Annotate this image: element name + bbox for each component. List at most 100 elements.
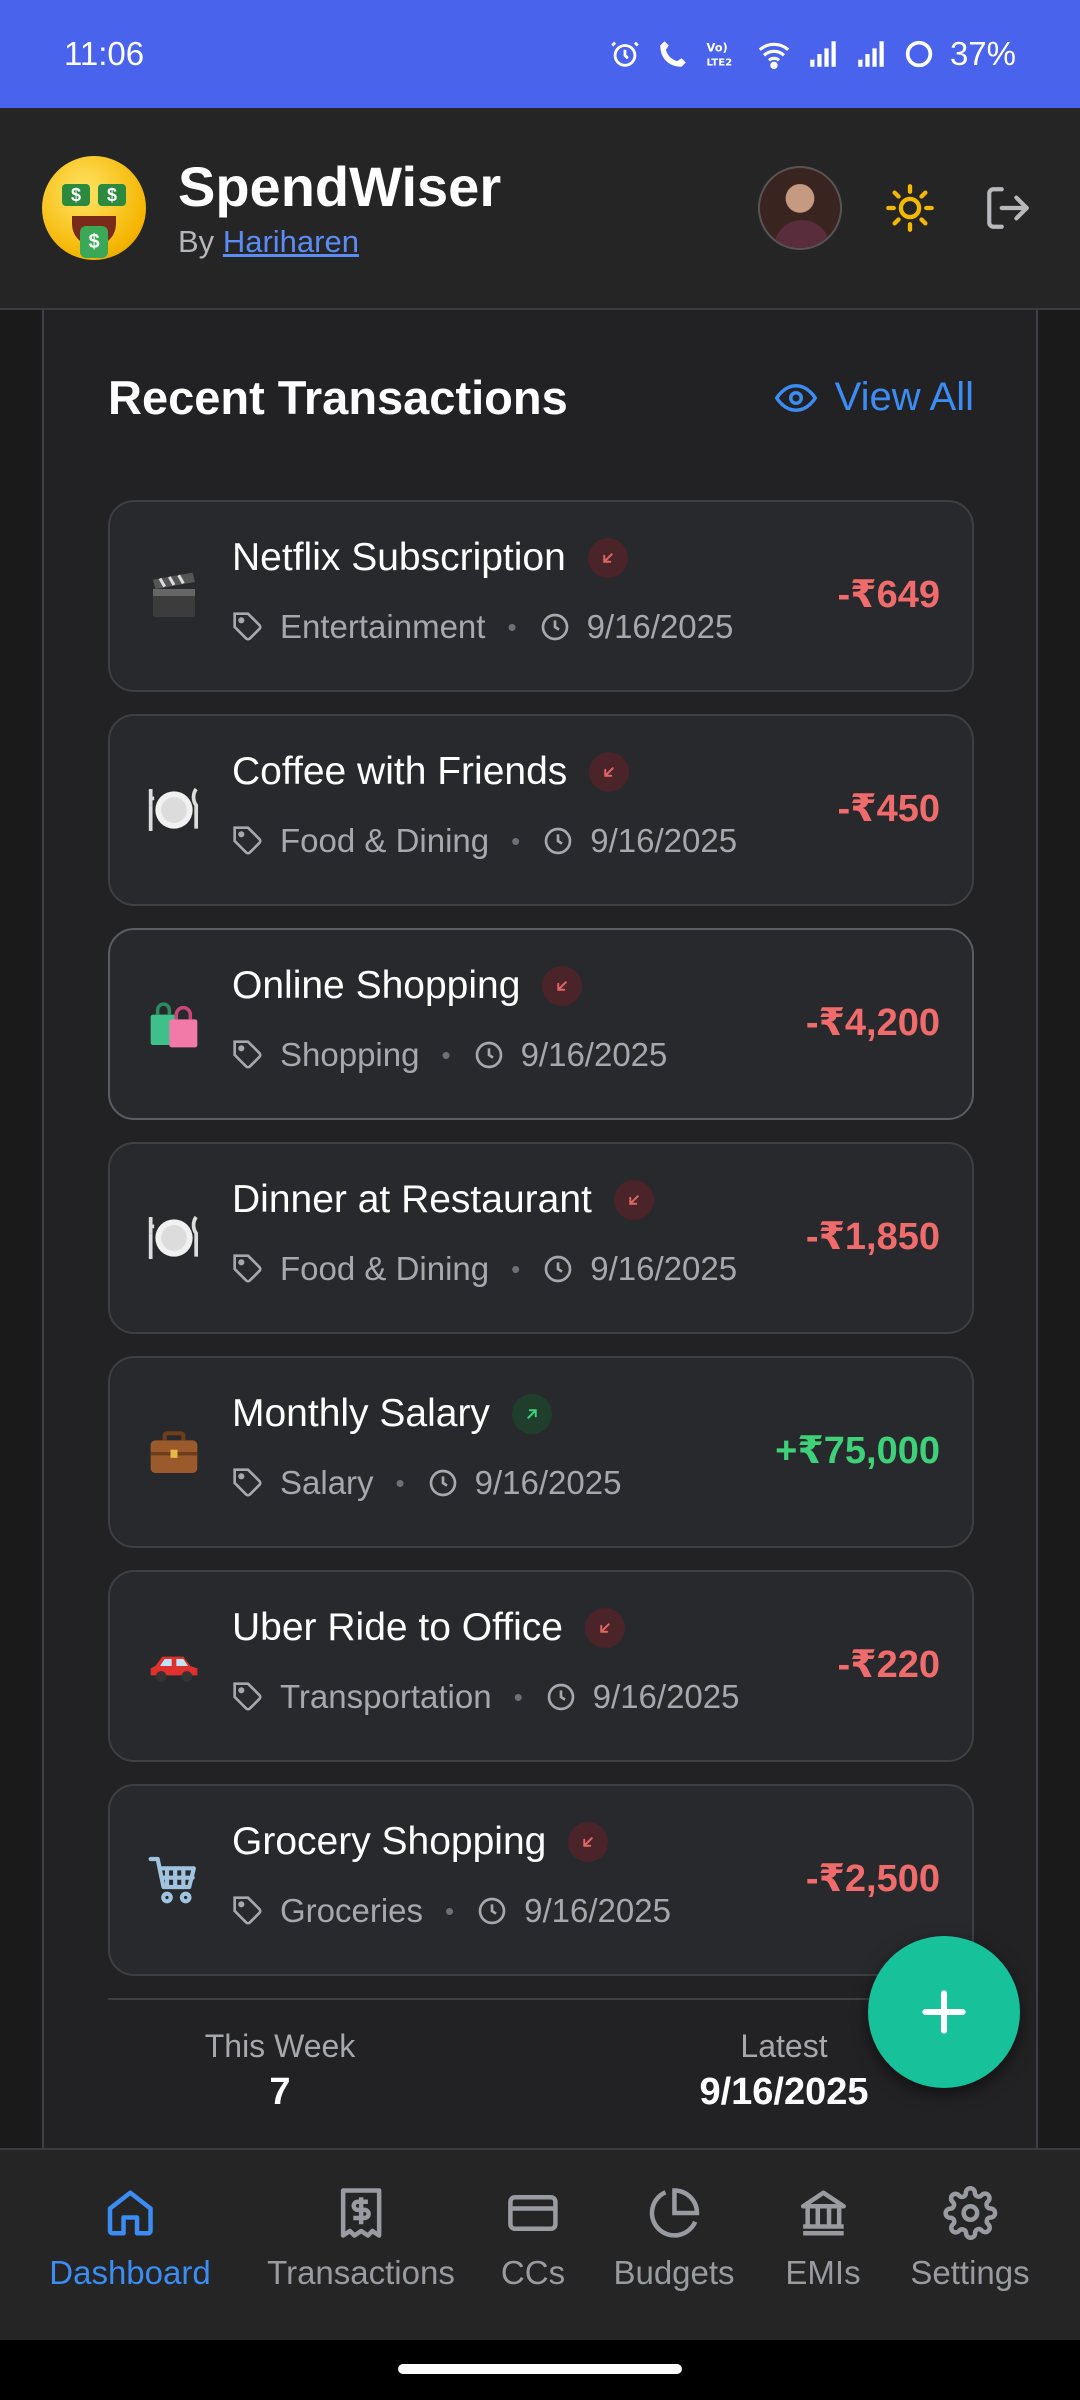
theme-toggle-button[interactable] — [880, 178, 940, 238]
transaction-name-row: Coffee with Friends — [232, 750, 630, 794]
this-week-summary: This Week 7 — [190, 2028, 370, 2114]
status-icons: Vo) LTE2 37% — [608, 35, 1016, 73]
tag-icon — [233, 1896, 262, 1925]
bottom-nav: Dashboard Transactions CCs Budgets EMIs … — [0, 2148, 1080, 2340]
transaction-row[interactable]: Online Shopping Shopping • 9/16/2025 -₹4… — [108, 928, 974, 1120]
svg-text:Vo): Vo) — [706, 40, 727, 54]
transaction-category: Food & Dining — [280, 1250, 490, 1287]
gear-icon — [943, 2186, 997, 2240]
clock-icon — [429, 1469, 456, 1497]
view-all-label: View All — [834, 375, 974, 419]
transaction-row[interactable]: Netflix Subscription Entertainment • 9/1… — [108, 500, 974, 692]
nav-ccs[interactable]: CCs — [501, 2186, 565, 2292]
money-face-logo: $ $ $ — [42, 156, 146, 260]
latest-label: Latest — [740, 2028, 828, 2064]
pie-chart-icon — [649, 2188, 699, 2238]
clock-icon — [541, 613, 568, 641]
app-header: $ $ $ SpendWiser By Hariharen — [0, 108, 1080, 310]
nav-label: Settings — [910, 2254, 1030, 2291]
latest-summary: Latest 9/16/2025 — [664, 2028, 904, 2114]
logout-icon — [987, 187, 1029, 229]
transaction-name-row: Dinner at Restaurant — [232, 1178, 654, 1222]
clock-icon — [478, 1897, 506, 1925]
transaction-row[interactable]: Uber Ride to Office Transportation • 9/1… — [108, 1570, 974, 1762]
transaction-row[interactable]: Grocery Shopping Groceries • 9/16/2025 -… — [108, 1784, 974, 1976]
battery-level: 37% — [949, 35, 1016, 72]
nav-settings[interactable]: Settings — [910, 2186, 1030, 2292]
plus-icon — [922, 1990, 966, 2034]
nav-emis[interactable]: EMIs — [785, 2186, 861, 2292]
nav-label: EMIs — [785, 2254, 861, 2291]
home-icon — [107, 2190, 153, 2236]
tag-icon — [233, 612, 262, 641]
clock-icon — [544, 1255, 572, 1283]
transaction-name-row: Online Shopping — [232, 964, 583, 1008]
app-name: SpendWiser — [178, 155, 502, 219]
transaction-amount: +₹75,000 — [775, 1430, 940, 1472]
gesture-bar — [0, 2340, 1080, 2400]
transaction-meta: Entertainment • 9/16/2025 — [232, 608, 733, 646]
this-week-label: This Week — [204, 2028, 356, 2064]
nav-budgets[interactable]: Budgets — [613, 2186, 735, 2292]
alarm-icon — [611, 41, 639, 67]
transaction-date: 9/16/2025 — [524, 1892, 671, 1929]
signal-icon — [858, 41, 884, 67]
transaction-meta: Shopping • 9/16/2025 — [232, 1036, 667, 1074]
transaction-name-row: Netflix Subscription — [232, 536, 628, 580]
card-header: Recent Transactions View All — [108, 370, 974, 425]
wifi-call-icon — [660, 41, 686, 67]
nav-transactions[interactable]: Transactions — [267, 2186, 455, 2292]
tag-icon — [233, 826, 262, 855]
nav-dashboard[interactable]: Dashboard — [49, 2186, 211, 2292]
transaction-date: 9/16/2025 — [474, 1464, 622, 1501]
nav-label: CCs — [500, 2254, 566, 2291]
wifi-icon — [758, 42, 790, 70]
car-icon — [144, 1636, 204, 1696]
signal-icon — [810, 41, 836, 67]
income-arrow-icon — [511, 1394, 552, 1434]
transaction-name-row: Monthly Salary — [232, 1392, 552, 1436]
transaction-row[interactable]: Dinner at Restaurant Food & Dining • 9/1… — [108, 1142, 974, 1334]
transaction-row[interactable]: Monthly Salary Salary • 9/16/2025 +₹75,0… — [108, 1356, 974, 1548]
transaction-name: Coffee with Friends — [232, 750, 568, 793]
add-transaction-button[interactable] — [868, 1936, 1020, 2088]
transaction-row[interactable]: Coffee with Friends Food & Dining • 9/16… — [108, 714, 974, 906]
view-all-button[interactable]: View All — [774, 375, 974, 420]
transaction-date: 9/16/2025 — [520, 1036, 668, 1073]
clock-icon — [475, 1041, 502, 1069]
transaction-name-row: Grocery Shopping — [232, 1820, 609, 1864]
transaction-amount: -₹220 — [837, 1644, 941, 1686]
transaction-name: Netflix Subscription — [232, 536, 566, 579]
transaction-name: Grocery Shopping — [232, 1820, 547, 1863]
tag-icon — [233, 1254, 262, 1283]
transaction-meta: Groceries • 9/16/2025 — [232, 1892, 671, 1930]
author-link[interactable]: Hariharen — [223, 224, 359, 259]
transaction-meta: Food & Dining • 9/16/2025 — [232, 1250, 737, 1288]
transaction-amount: -₹649 — [837, 574, 941, 616]
transaction-meta: Food & Dining • 9/16/2025 — [232, 822, 737, 860]
logout-button[interactable] — [978, 178, 1038, 238]
expense-arrow-icon — [584, 1608, 625, 1648]
eye-icon — [774, 383, 817, 412]
transaction-amount: -₹1,850 — [805, 1216, 940, 1258]
transaction-name: Online Shopping — [232, 964, 521, 1007]
transaction-name: Dinner at Restaurant — [232, 1178, 592, 1221]
this-week-value: 7 — [269, 2071, 291, 2113]
transaction-name: Uber Ride to Office — [232, 1606, 563, 1649]
expense-arrow-icon — [589, 752, 630, 792]
tag-icon — [233, 1040, 262, 1069]
nav-label: Dashboard — [49, 2254, 211, 2291]
transaction-date: 9/16/2025 — [590, 822, 738, 859]
transaction-name-row: Uber Ride to Office — [232, 1606, 625, 1650]
clapper-icon — [144, 566, 204, 626]
shopping-bags-icon — [144, 994, 204, 1054]
avatar[interactable] — [758, 166, 842, 250]
clock-icon — [544, 827, 572, 855]
briefcase-icon — [144, 1422, 204, 1482]
transaction-date: 9/16/2025 — [590, 1250, 738, 1287]
home-gesture-handle[interactable] — [398, 2364, 682, 2374]
bank-icon — [800, 2190, 846, 2236]
tag-icon — [233, 1468, 262, 1497]
nav-label: Transactions — [267, 2254, 455, 2291]
plate-icon — [144, 1208, 204, 1268]
